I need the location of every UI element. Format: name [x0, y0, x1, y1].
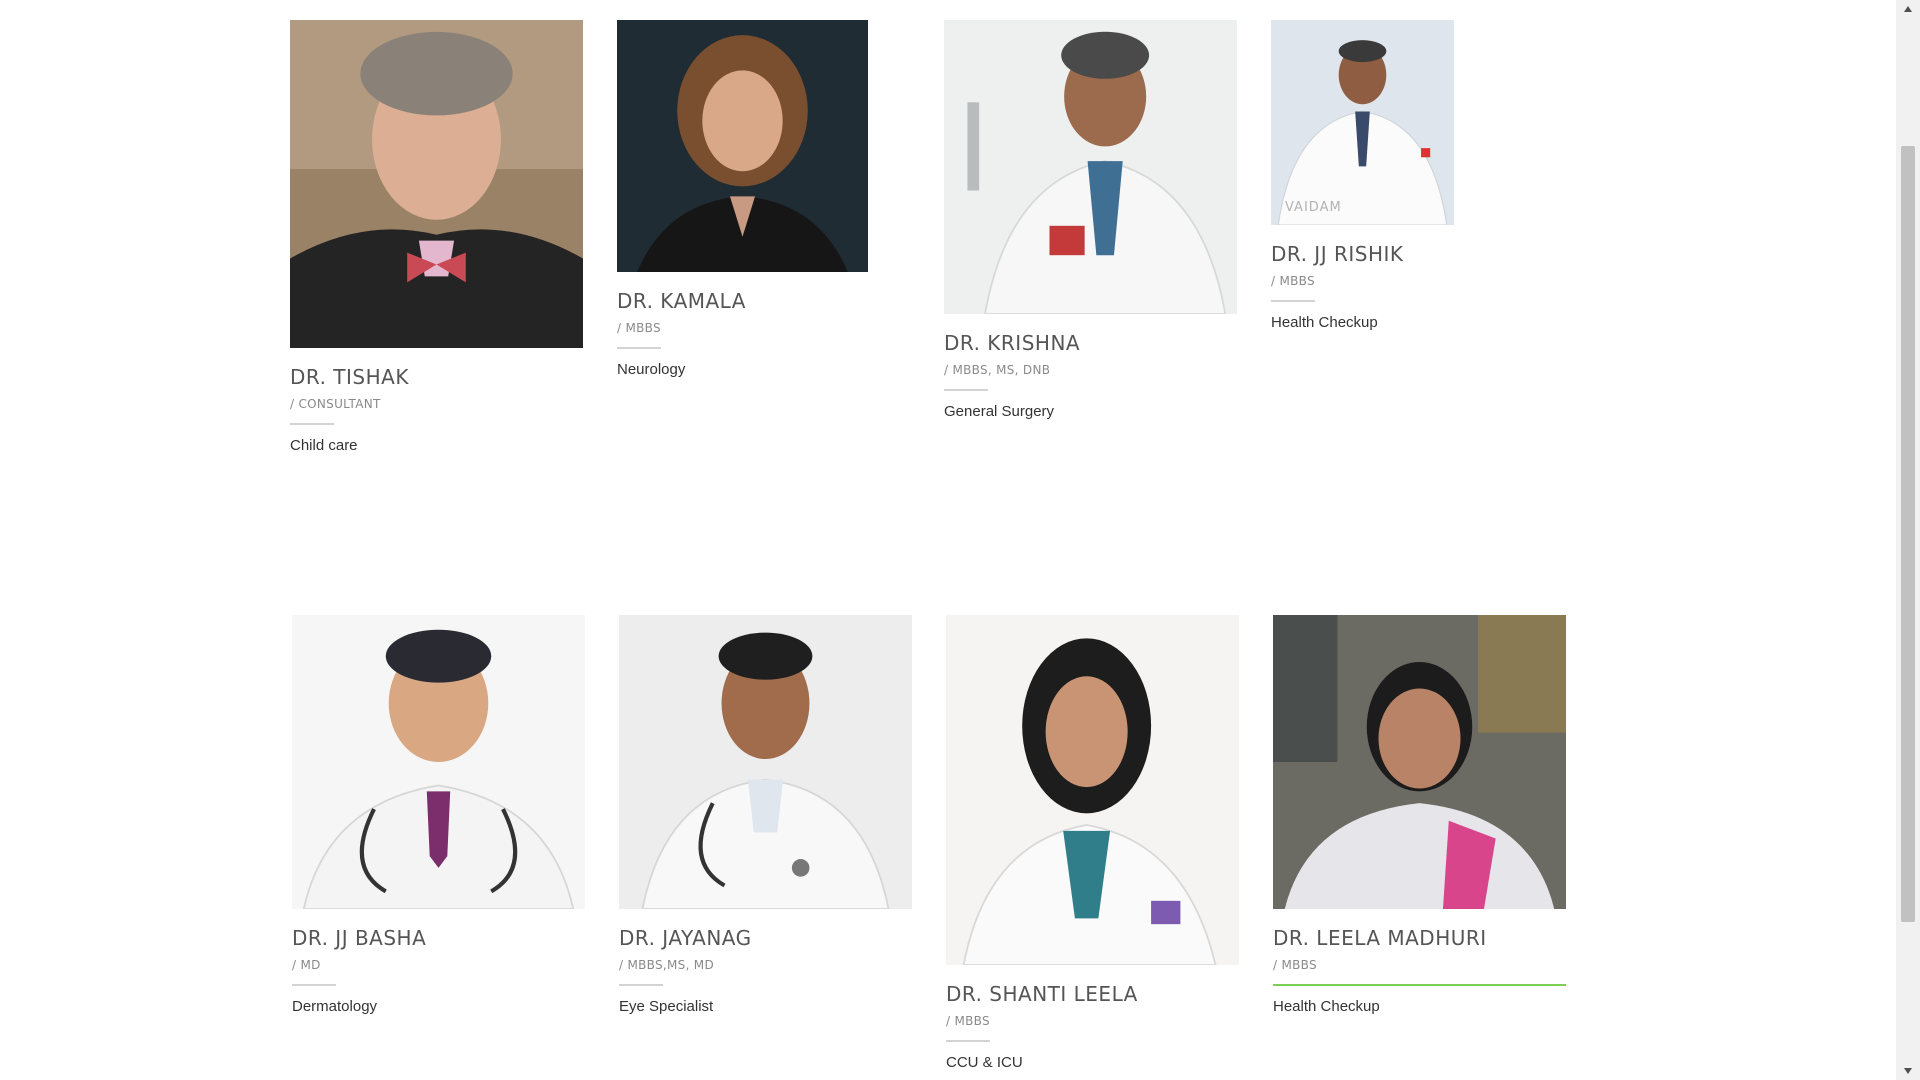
doctor-qualification: / MBBS: [946, 1014, 990, 1028]
doctor-qualification: / MBBS: [1273, 958, 1317, 972]
doctor-photo[interactable]: VAIDAM: [1271, 20, 1454, 225]
doctor-card[interactable]: DR. TISHAK / CONSULTANT Child care: [290, 20, 583, 460]
doctor-card[interactable]: DR. KRISHNA / MBBS, MS, DNB General Surg…: [944, 20, 1237, 425]
doctors-page: DR. TISHAK / CONSULTANT Child care DR. K…: [0, 0, 1920, 1080]
doctor-card[interactable]: DR. JAYANAG / MBBS,MS, MD Eye Specialist: [619, 615, 912, 1025]
doctor-qualification: / CONSULTANT: [290, 397, 381, 411]
doctor-qualification: / MBBS, MS, DNB: [944, 363, 1051, 377]
doctor-photo[interactable]: [946, 615, 1239, 965]
doctor-specialty: Health Checkup: [1273, 998, 1380, 1015]
doctor-specialty: Neurology: [617, 361, 686, 378]
doctor-name[interactable]: DR. KRISHNA: [944, 331, 1080, 355]
card-divider: [1271, 300, 1315, 302]
card-divider: [292, 984, 336, 986]
triangle-down-icon[interactable]: [1896, 1062, 1920, 1080]
doctor-photo[interactable]: [619, 615, 912, 909]
doctor-card[interactable]: DR. JJ BASHA / MD Dermatology: [292, 615, 585, 1025]
doctor-qualification: / MBBS: [1271, 274, 1315, 288]
doctor-card[interactable]: DR. KAMALA / MBBS Neurology: [617, 20, 910, 380]
card-divider: [619, 984, 663, 986]
doctor-photo[interactable]: [617, 20, 868, 272]
card-divider-highlighted: [1273, 984, 1566, 986]
doctor-specialty: General Surgery: [944, 403, 1055, 420]
doctor-photo[interactable]: [944, 20, 1237, 314]
card-divider: [290, 423, 334, 425]
doctor-card[interactable]: DR. SHANTI LEELA / MBBS CCU & ICU: [946, 615, 1239, 1080]
doctor-qualification: / MBBS,MS, MD: [619, 958, 714, 972]
doctor-name[interactable]: DR. KAMALA: [617, 289, 746, 313]
scrollbar-thumb[interactable]: [1901, 146, 1915, 922]
doctor-card[interactable]: DR. LEELA MADHURI / MBBS Health Checkup: [1273, 615, 1566, 1025]
doctor-card[interactable]: VAIDAM DR. JJ RISHIK / MBBS Health Check…: [1271, 20, 1564, 340]
doctor-qualification: / MBBS: [617, 321, 661, 335]
doctor-photo[interactable]: [1273, 615, 1566, 909]
card-divider: [946, 1040, 990, 1042]
photo-watermark: VAIDAM: [1285, 200, 1342, 215]
doctor-name[interactable]: DR. TISHAK: [290, 365, 409, 389]
card-divider: [944, 389, 988, 391]
doctor-specialty: Dermatology: [292, 998, 378, 1015]
doctor-name[interactable]: DR. LEELA MADHURI: [1273, 926, 1487, 950]
doctor-name[interactable]: DR. JAYANAG: [619, 926, 752, 950]
doctor-name[interactable]: DR. JJ BASHA: [292, 926, 426, 950]
doctor-name[interactable]: DR. SHANTI LEELA: [946, 982, 1138, 1006]
doctor-specialty: CCU & ICU: [946, 1054, 1023, 1071]
doctor-specialty: Child care: [290, 437, 358, 454]
doctor-photo[interactable]: [292, 615, 585, 909]
doctor-photo[interactable]: [290, 20, 583, 348]
doctor-qualification: / MD: [292, 958, 321, 972]
card-divider: [617, 347, 661, 349]
doctor-specialty: Health Checkup: [1271, 314, 1378, 331]
vertical-scrollbar[interactable]: [1896, 0, 1920, 1080]
doctor-name[interactable]: DR. JJ RISHIK: [1271, 242, 1404, 266]
triangle-up-icon[interactable]: [1896, 0, 1920, 18]
doctor-specialty: Eye Specialist: [619, 998, 714, 1015]
